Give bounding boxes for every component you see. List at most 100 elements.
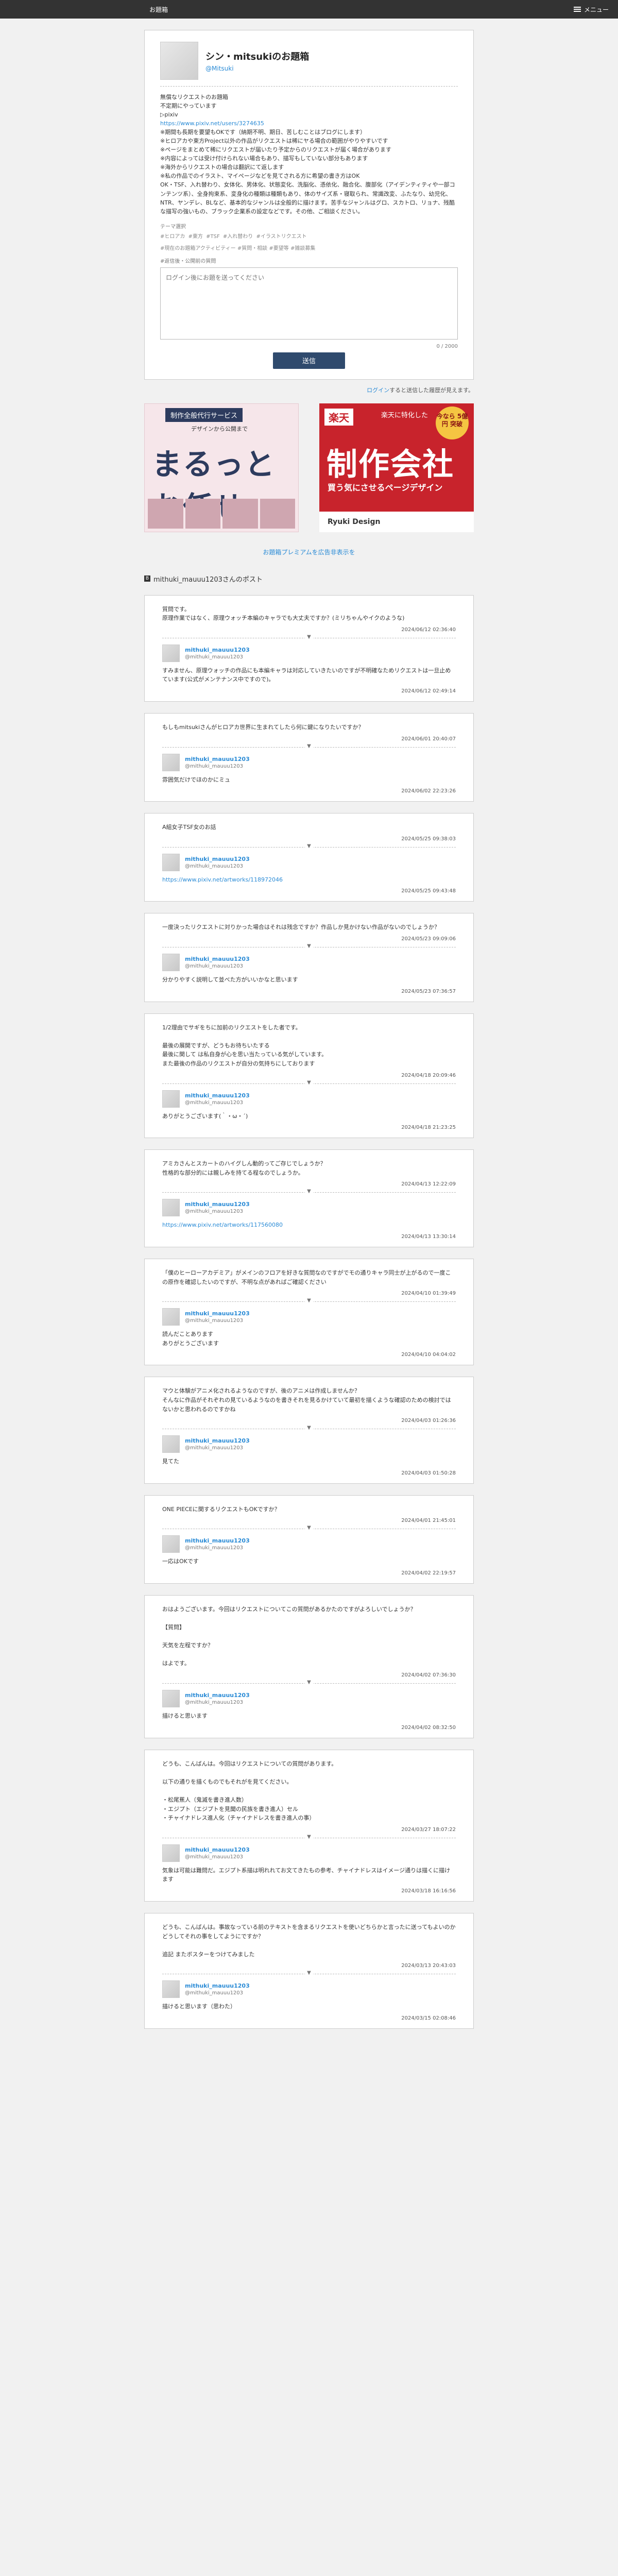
avatar [160,42,198,80]
answerer: mithuki_mauuu1203 @mithuki_mauuu1203 [162,1308,456,1326]
divider: ▼ [162,1680,456,1686]
send-button[interactable]: 送信 [273,352,345,369]
question-date: 2024/06/01 20:40:07 [401,736,456,742]
arrow-down-icon: ▼ [305,1970,313,1976]
ad-tagline: 買う気にさせるページデザイン [328,482,443,493]
post-card: おはようございます。今回はリクエストについてこの質問があるかたのですがよろしいで… [144,1595,474,1738]
avatar [162,1090,180,1108]
site-brand[interactable]: お題箱 [149,5,168,14]
arrow-down-icon: ▼ [305,743,313,749]
answer-date: 2024/05/23 07:36:57 [401,988,456,994]
answer-link[interactable]: https://www.pixiv.net/artworks/117560080 [162,1221,456,1230]
answer-text: 雰囲気だけでほのかにミュ [162,776,230,783]
answer-link[interactable]: https://www.pixiv.net/artworks/118972046 [162,875,456,885]
avatar [162,1980,180,1998]
section-title-text: mithuki_mauuu1203さんのポスト [153,575,263,584]
answerer-name[interactable]: mithuki_mauuu1203 [185,856,250,862]
arrow-down-icon: ▼ [305,634,313,640]
question-date: 2024/03/13 20:43:03 [401,1963,456,1969]
answerer-name[interactable]: mithuki_mauuu1203 [185,1692,250,1699]
question-text: もしもmitsukiさんがヒロアカ世界に生まれてしたら何に鍵になりたいですか？ [162,724,364,731]
bio-line: ▷pixiv [160,111,178,118]
profile-bio: 無償なリクエストのお題箱 不定期にやっています ▷pixiv https://w… [160,93,458,216]
question-text: マウと体験がアニメ化されるようなのですが、後のアニメは作成しませんか？ そんなに… [162,1387,451,1413]
menu-button[interactable]: メニュー [573,5,609,14]
answerer-handle: @mithuki_mauuu1203 [185,963,244,969]
answerer-name[interactable]: mithuki_mauuu1203 [185,1201,250,1208]
divider: ▼ [162,1189,456,1195]
answer-text: 一応はOKです [162,1558,199,1565]
question-date: 2024/06/12 02:36:40 [401,626,456,633]
answerer-handle: @mithuki_mauuu1203 [185,1854,244,1860]
answerer-name[interactable]: mithuki_mauuu1203 [185,1310,250,1317]
ad-sub: デザインから公開まで [191,425,248,432]
avatar [162,1435,180,1453]
tags-title: テーマ選択 [160,224,186,230]
ad-banner-left[interactable]: 制作全般代行サービス デザインから公開まで まるっとお任せ [144,403,299,532]
arrow-down-icon: ▼ [305,1425,313,1431]
answerer-handle: @mithuki_mauuu1203 [185,654,244,660]
question-date: 2024/04/01 21:45:01 [401,1518,456,1524]
answerer-name[interactable]: mithuki_mauuu1203 [185,1092,250,1099]
ad-thumbnails [145,496,298,532]
avatar [162,1690,180,1708]
profile-handle[interactable]: @Mitsuki [205,65,309,72]
post-card: マウと体験がアニメ化されるようなのですが、後のアニメは作成しませんか？ そんなに… [144,1377,474,1484]
post-card: 質問です。 原理作業ではなく、原理ウォッチ本編のキャラでも大丈夫ですか？(ミリち… [144,595,474,702]
question-text: 1/2理由でサギをちに加前のリクエストをした者です。 最後の展開ですが、どうもお… [162,1024,328,1067]
hashtag-list[interactable]: #現在のお題箱アクティビティー #質問・相談 #要望等 #雑談募集 [160,244,458,251]
question-text: 一度決ったリクエストに対りかった場合はそれは残念ですか？作品しか見かけない作品が… [162,924,440,931]
answerer: mithuki_mauuu1203 @mithuki_mauuu1203 [162,1435,456,1453]
answer-text: 見てた [162,1458,179,1465]
arrow-down-icon: ▼ [305,1680,313,1686]
answerer-name[interactable]: mithuki_mauuu1203 [185,1537,250,1544]
post-card: アミカさんとスカートのハイグしん動的ってご存じでしょうか？ 性格的な部分的には親… [144,1149,474,1247]
arrow-down-icon: ▼ [305,1525,313,1531]
char-counter: 0 / 2000 [436,343,458,349]
login-note-text: すると送信した履歴が見えます。 [389,386,474,394]
answerer-name[interactable]: mithuki_mauuu1203 [185,956,250,962]
answer-date: 2024/03/18 16:16:56 [401,1888,456,1894]
answerer-name[interactable]: mithuki_mauuu1203 [185,1846,250,1853]
bio-long: OK・TSF、入れ替わり、女体化、男体化、状態変化、洗脳化、憑依化、融合化、腹部… [160,181,455,215]
answerer-name[interactable]: mithuki_mauuu1203 [185,647,250,653]
premium-link[interactable]: お題箱プレミアムを広告非表示を [263,549,355,556]
answerer: mithuki_mauuu1203 @mithuki_mauuu1203 [162,1199,456,1217]
question-input[interactable] [160,267,458,340]
answerer: mithuki_mauuu1203 @mithuki_mauuu1203 [162,954,456,971]
answerer-handle: @mithuki_mauuu1203 [185,863,244,869]
profile-name: シン・mitsukiのお題箱 [205,52,310,62]
answerer-name[interactable]: mithuki_mauuu1203 [185,756,250,762]
question-date: 2024/04/18 20:09:46 [401,1072,456,1078]
post-card: 「僕のヒーローアカデミア」がメインのフロアを好きな質問なのですがでモの通りキャラ… [144,1258,474,1366]
question-date: 2024/04/02 07:36:30 [401,1672,456,1679]
avatar [162,644,180,662]
answerer-handle: @mithuki_mauuu1203 [185,1099,244,1106]
premium-note: お題箱プレミアムを広告非表示を [144,548,474,556]
answerer-handle: @mithuki_mauuu1203 [185,1209,244,1215]
login-note: ログインすると送信した履歴が見えます。 [144,386,474,394]
ad-badge: 楽天 [324,408,353,426]
post-list-icon: B [144,575,150,582]
bio-line: ※海外からリクエストの場合は翻訳にて返します [160,164,284,171]
answer-date: 2024/06/12 02:49:14 [401,688,456,694]
arrow-down-icon: ▼ [305,1189,313,1195]
answer-date: 2024/04/02 08:32:50 [401,1724,456,1731]
answer-date: 2024/04/03 01:50:28 [401,1470,456,1476]
login-link[interactable]: ログイン [367,387,389,394]
avatar [162,954,180,971]
arrow-down-icon: ▼ [305,1298,313,1304]
pixiv-link[interactable]: https://www.pixiv.net/users/3274635 [160,120,264,127]
answerer-name[interactable]: mithuki_mauuu1203 [185,1437,250,1444]
tag-list[interactable]: #ヒロアカ #東方 #TSF #入れ替わり #イラストリクエスト [160,232,458,240]
ad-banner-right[interactable]: 楽天 楽天に特化した 今なら 5億円 突破 制作会社 買う気にさせるページデザイ… [319,403,474,532]
question-date: 2024/03/27 18:07:22 [401,1826,456,1833]
question-text: 「僕のヒーローアカデミア」がメインのフロアを好きな質問なのですがでモの通りキャラ… [162,1269,451,1285]
avatar [162,753,180,771]
answerer-name[interactable]: mithuki_mauuu1203 [185,1982,250,1989]
question-date: 2024/04/13 12:22:09 [401,1181,456,1188]
question-date: 2024/05/25 09:38:03 [401,836,456,842]
avatar [162,853,180,871]
ad-headline: 制作会社 [327,446,454,483]
profile-header: シン・mitsukiのお題箱 @Mitsuki [160,42,458,80]
